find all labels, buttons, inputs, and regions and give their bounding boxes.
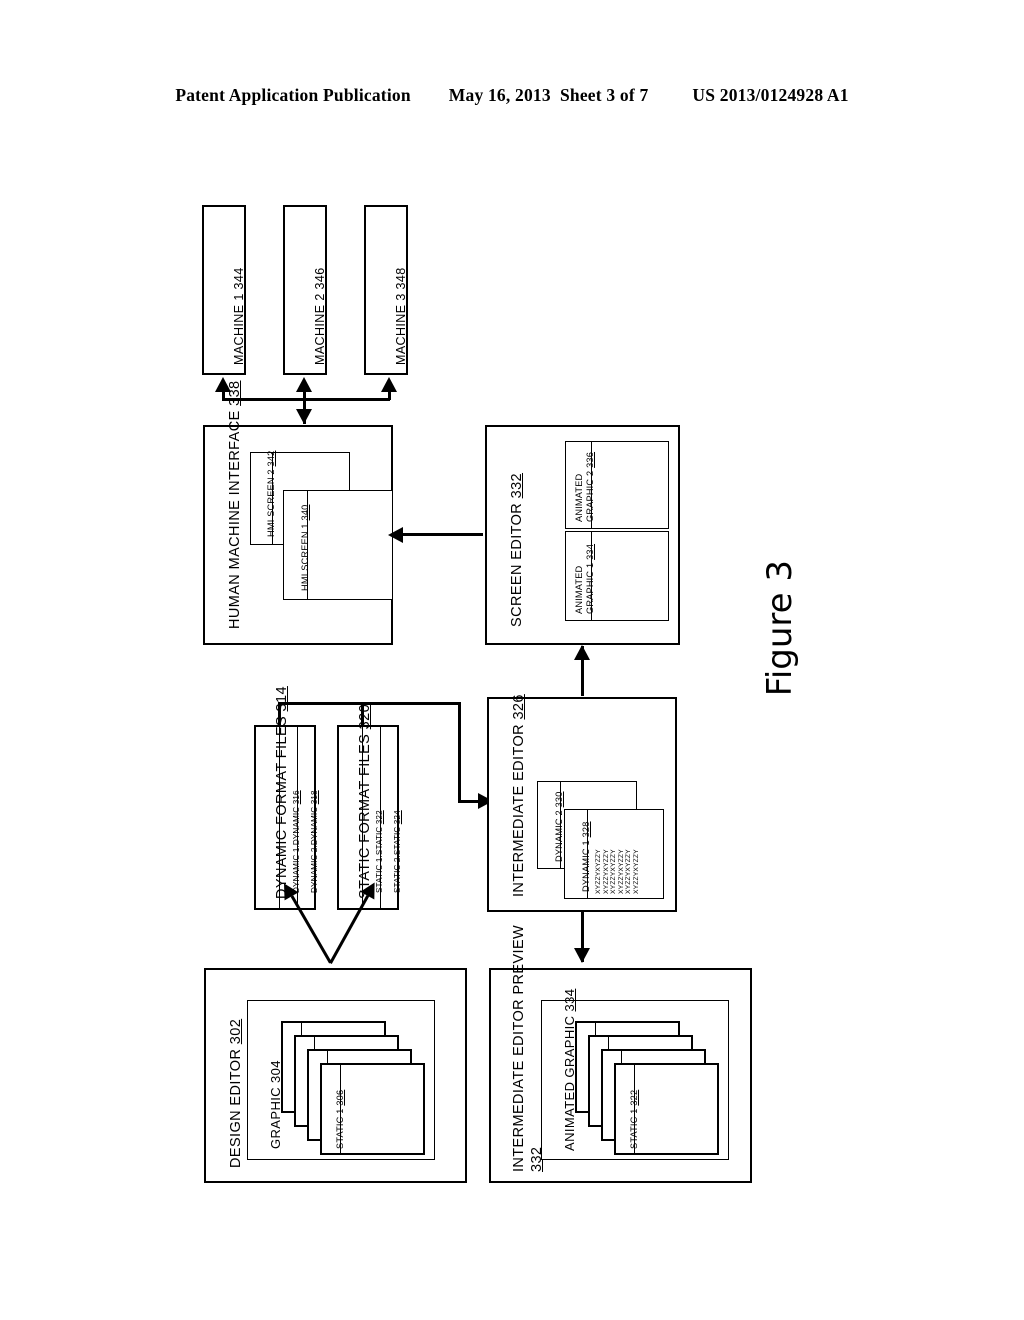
machine-3-arrowhead xyxy=(381,377,397,392)
static-file-2-label: STATIC 2.STATIC 324 xyxy=(393,810,402,893)
format-files-bus-down xyxy=(458,702,461,803)
date-and-sheet: May 16, 2013 Sheet 3 of 7 xyxy=(448,85,649,105)
design-editor-title: DESIGN EDITOR 302 xyxy=(228,1018,244,1168)
intermediate-to-preview-arrowhead xyxy=(574,948,590,963)
screen-editor-box: SCREEN EDITOR 332 ANIMATED GRAPHIC 1 334… xyxy=(485,425,680,645)
machine-1-branch xyxy=(222,392,225,400)
animated-graphic-1-window[interactable]: ANIMATED GRAPHIC 1 334 xyxy=(565,531,669,621)
dynamic-file-2-label: DYNAMIC 2.DYNAMIC 318 xyxy=(310,790,319,893)
machine-1-label: MACHINE 1 344 xyxy=(232,267,246,365)
machine-3-box: MACHINE 3 348 xyxy=(364,205,408,375)
layer-static-1-label: STATIC 1 306 xyxy=(335,1089,345,1149)
animated-graphic-2-label: ANIMATED xyxy=(574,473,584,522)
machine-2-label: MACHINE 2 346 xyxy=(313,267,327,365)
preview-layer-static-1-label: STATIC 1 322 xyxy=(629,1089,639,1149)
format-files-bus-top xyxy=(278,702,461,705)
hmi-screen-1-window[interactable]: HMI SCREEN 1 340 xyxy=(283,490,393,600)
hmi-screen-2-label: HMI SCREEN 2 342 xyxy=(266,450,276,537)
graphic-container: GRAPHIC 304 STATIC 2 312 DYNAMIC 2 310 D… xyxy=(247,1000,435,1160)
publication-title: Patent Application Publication xyxy=(175,85,411,105)
dynamic-2-window-label: DYNAMIC 2 330 xyxy=(554,791,564,862)
dynamic-file-1-label: DYNAMIC 1.DYNAMIC 316 xyxy=(292,790,301,893)
screen-editor-title: SCREEN EDITOR 332 xyxy=(509,472,525,627)
static-format-files-divider-1 xyxy=(362,727,364,908)
static-files-riser xyxy=(361,702,364,727)
intermediate-editor-preview-title-line1: INTERMEDIATE EDITOR PREVIEW xyxy=(511,924,527,1172)
animated-graphic-1-label: ANIMATED xyxy=(574,565,584,614)
intermediate-editor-title: INTERMEDIATE EDITOR 326 xyxy=(511,694,527,897)
patent-number: US 2013/0124928 A1 xyxy=(692,85,849,105)
machine-bus-line xyxy=(222,398,390,401)
hmi-bus-down-arrowhead xyxy=(296,409,312,424)
intermediate-editor-preview-box: INTERMEDIATE EDITOR PREVIEW 332 ANIMATED… xyxy=(489,925,752,1183)
preview-graphic-container: ANIMATED GRAPHIC 334 STATIC 2 324 DYNAMI… xyxy=(541,989,729,1160)
machine-2-arrowhead xyxy=(296,377,312,392)
page-header: Patent Application Publication May 16, 2… xyxy=(0,85,1024,106)
dynamic-format-files-title: DYNAMIC FORMAT FILES 314 xyxy=(274,686,290,899)
static-file-1-label: STATIC 1.STATIC 322 xyxy=(375,810,384,893)
static-format-files-title: STATIC FORMAT FILES 320 xyxy=(357,703,373,899)
animated-graphic-1-label-line2: GRAPHIC 1 334 xyxy=(585,543,595,614)
animated-graphic-2-window[interactable]: ANIMATED GRAPHIC 2 336 xyxy=(565,441,669,529)
screen-editor-to-hmi-line xyxy=(400,533,483,536)
intermediate-editor-box: INTERMEDIATE EDITOR 326 DYNAMIC 2 330 ZY… xyxy=(487,694,677,912)
machine-3-branch xyxy=(388,392,391,400)
intermediate-to-screen-editor-arrowhead xyxy=(574,645,590,660)
machine-3-label: MACHINE 3 348 xyxy=(394,267,408,365)
figure-label-container: Figure 3 xyxy=(760,560,900,800)
dynamic-1-window[interactable]: DYNAMIC 1 328 XYZZYXYZZY XYZZYXYZZY XYZZ… xyxy=(564,809,664,899)
animated-graphic-2-label-line2: GRAPHIC 2 336 xyxy=(585,451,595,522)
dynamic-format-files-divider-1 xyxy=(279,727,281,908)
machine-2-box: MACHINE 2 346 xyxy=(283,205,327,375)
machine-1-box: MACHINE 1 344 xyxy=(202,205,246,375)
hmi-title: HUMAN MACHINE INTERFACE 338 xyxy=(227,380,243,629)
layer-static-1-card[interactable]: STATIC 1 306 xyxy=(320,1063,425,1155)
screen-editor-to-hmi-arrowhead xyxy=(388,527,403,543)
dynamic-1-code: XYZZYXYZZY XYZZYXYZZY XYZZYXYZZY XYZZYXY… xyxy=(595,849,640,894)
figure-label: Figure 3 xyxy=(760,560,800,697)
dynamic-1-window-label: DYNAMIC 1 328 xyxy=(581,821,591,892)
design-editor-box: DESIGN EDITOR 302 GRAPHIC 304 STATIC 2 3… xyxy=(204,968,467,1183)
hmi-screen-1-label: HMI SCREEN 1 340 xyxy=(300,504,310,591)
preview-layer-static-1-card[interactable]: STATIC 1 322 xyxy=(614,1063,719,1155)
human-machine-interface-box: HUMAN MACHINE INTERFACE 338 HMI SCREEN 2… xyxy=(203,380,393,645)
dynamic-files-riser xyxy=(278,702,281,727)
